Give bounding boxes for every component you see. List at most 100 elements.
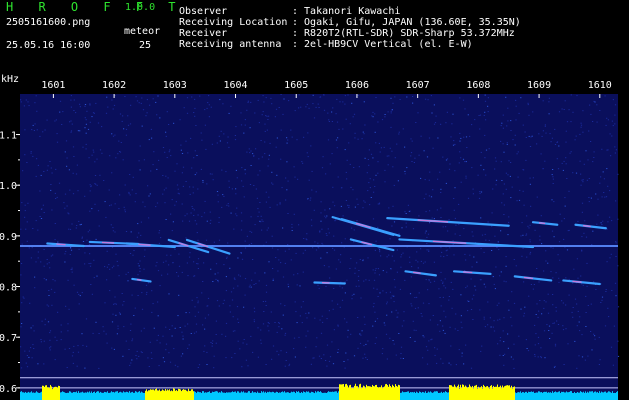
noise-speck bbox=[538, 281, 540, 283]
noise-speck bbox=[131, 340, 133, 342]
power-bar bbox=[531, 391, 532, 400]
noise-speck bbox=[362, 207, 364, 209]
noise-speck bbox=[94, 161, 96, 163]
info-value-antenna: : 2el-HB9CV Vertical (el. E-W) bbox=[292, 39, 473, 50]
power-bar bbox=[340, 384, 341, 400]
noise-speck bbox=[552, 169, 554, 170]
noise-speck bbox=[615, 295, 617, 297]
noise-speck bbox=[453, 198, 455, 199]
noise-speck bbox=[503, 183, 505, 185]
power-bar bbox=[468, 387, 469, 400]
noise-speck bbox=[97, 122, 100, 124]
power-bar bbox=[201, 392, 202, 400]
noise-speck bbox=[452, 288, 454, 290]
noise-speck bbox=[454, 170, 456, 172]
power-bar bbox=[38, 392, 39, 400]
power-bar bbox=[161, 390, 162, 400]
noise-speck bbox=[287, 286, 290, 288]
power-bar bbox=[241, 391, 242, 400]
noise-speck bbox=[203, 262, 205, 264]
noise-speck bbox=[515, 265, 517, 267]
noise-speck bbox=[70, 106, 72, 108]
noise-speck bbox=[484, 111, 486, 113]
power-bar bbox=[487, 386, 488, 400]
noise-speck bbox=[113, 265, 115, 267]
power-bar bbox=[480, 387, 481, 400]
noise-speck bbox=[426, 236, 428, 238]
power-bar bbox=[255, 392, 256, 400]
noise-speck bbox=[437, 178, 439, 180]
noise-speck bbox=[428, 179, 430, 181]
noise-speck bbox=[422, 357, 424, 359]
power-bar bbox=[229, 392, 230, 400]
power-bar bbox=[108, 392, 109, 400]
noise-speck bbox=[412, 96, 414, 97]
noise-speck bbox=[446, 158, 449, 160]
noise-speck bbox=[471, 124, 473, 126]
power-bar bbox=[409, 392, 410, 400]
noise-speck bbox=[598, 336, 600, 338]
noise-speck bbox=[297, 178, 299, 180]
noise-speck bbox=[483, 251, 485, 253]
noise-speck bbox=[119, 313, 121, 315]
noise-speck bbox=[427, 99, 429, 101]
power-bar bbox=[503, 387, 504, 400]
noise-speck bbox=[306, 317, 308, 319]
noise-speck bbox=[377, 161, 379, 163]
noise-speck bbox=[67, 323, 69, 325]
noise-speck bbox=[139, 260, 141, 262]
noise-speck bbox=[479, 128, 481, 130]
noise-speck bbox=[230, 291, 233, 293]
power-bar bbox=[587, 391, 588, 400]
noise-speck bbox=[538, 133, 540, 135]
power-bar bbox=[575, 393, 576, 400]
noise-speck bbox=[415, 259, 417, 261]
noise-speck bbox=[286, 189, 288, 191]
noise-speck bbox=[331, 111, 333, 113]
noise-speck bbox=[346, 159, 348, 161]
noise-speck bbox=[33, 348, 35, 349]
noise-speck bbox=[580, 173, 582, 175]
noise-speck bbox=[259, 170, 261, 172]
noise-speck bbox=[472, 193, 474, 195]
power-bar bbox=[254, 392, 255, 400]
noise-speck bbox=[208, 116, 210, 118]
noise-speck bbox=[275, 146, 277, 148]
noise-speck bbox=[76, 365, 78, 367]
noise-speck bbox=[262, 111, 264, 113]
noise-speck bbox=[77, 345, 79, 347]
noise-speck bbox=[24, 350, 26, 352]
noise-speck bbox=[543, 270, 545, 272]
noise-speck bbox=[503, 214, 505, 215]
noise-speck bbox=[106, 266, 108, 268]
noise-speck bbox=[176, 163, 178, 165]
power-bar bbox=[41, 391, 42, 400]
noise-speck bbox=[187, 152, 189, 154]
noise-speck bbox=[310, 219, 313, 221]
noise-speck bbox=[450, 281, 452, 283]
power-bar bbox=[524, 392, 525, 400]
noise-speck bbox=[257, 174, 259, 176]
noise-speck bbox=[384, 116, 386, 118]
noise-speck bbox=[285, 351, 288, 353]
noise-speck bbox=[254, 224, 256, 226]
noise-speck bbox=[71, 267, 73, 269]
noise-speck bbox=[37, 257, 39, 259]
noise-speck bbox=[125, 231, 128, 232]
noise-speck bbox=[615, 256, 617, 257]
noise-speck bbox=[511, 186, 513, 188]
noise-speck bbox=[528, 114, 530, 116]
noise-speck bbox=[155, 101, 157, 103]
noise-speck bbox=[544, 160, 546, 162]
noise-speck bbox=[148, 366, 150, 367]
noise-speck bbox=[225, 357, 227, 359]
noise-speck bbox=[56, 339, 58, 341]
noise-speck bbox=[225, 290, 227, 292]
noise-speck bbox=[226, 204, 228, 206]
noise-speck bbox=[151, 311, 153, 313]
noise-speck bbox=[99, 149, 102, 151]
noise-speck bbox=[603, 192, 605, 193]
power-bar bbox=[212, 391, 213, 400]
noise-speck bbox=[280, 350, 282, 352]
noise-speck bbox=[146, 291, 148, 293]
